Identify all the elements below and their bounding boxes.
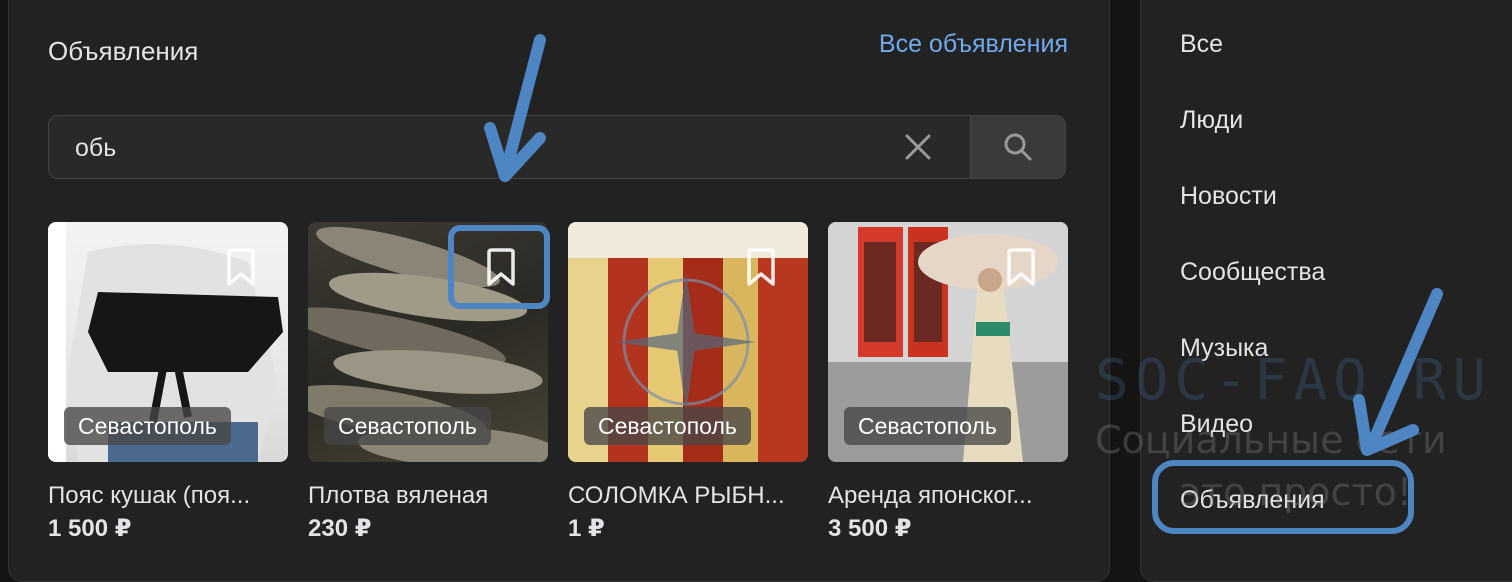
city-badge: Севастополь [64,407,231,445]
city-badge: Севастополь [584,407,751,445]
ad-price: 230 ₽ [308,515,372,542]
ad-photo[interactable]: Севастополь [48,222,288,462]
bookmark-highlight [448,225,550,309]
ad-card[interactable]: Севастополь Аренда японског... 3 500 ₽ [828,222,1068,543]
sidebar-item-news[interactable]: Новости [1180,182,1277,211]
search-button[interactable] [970,116,1065,178]
ad-title[interactable]: Плотва вяленая [308,482,548,510]
annotation-arrow-icon [484,34,546,182]
ad-title[interactable]: Пояс кушак (поя... [48,482,288,510]
sidebar-item-all[interactable]: Все [1180,30,1223,59]
city-badge: Севастополь [844,407,1011,445]
sidebar-item-people[interactable]: Люди [1180,106,1243,135]
search-icon [1004,133,1032,161]
ads-tab-highlight [1152,460,1414,534]
city-badge: Севастополь [324,407,491,445]
ad-price: 1 500 ₽ [48,515,132,542]
ad-card[interactable]: Севастополь СОЛОМКА РЫБН... 1 ₽ [568,222,808,543]
all-ads-link[interactable]: Все объявления [879,30,1068,59]
sidebar-item-communities[interactable]: Сообщества [1180,258,1325,287]
ad-title[interactable]: Аренда японског... [828,482,1068,510]
section-title: Объявления [48,36,199,66]
bookmark-icon[interactable] [744,248,778,288]
close-icon[interactable] [905,134,931,160]
bookmark-icon[interactable] [224,248,258,288]
ad-photo[interactable]: Севастополь [828,222,1068,462]
ad-price: 3 500 ₽ [828,515,912,542]
annotation-arrow-icon [1353,288,1443,456]
bookmark-icon[interactable] [1004,248,1038,288]
ad-photo[interactable]: Севастополь [568,222,808,462]
ad-card[interactable]: Севастополь Пояс кушак (поя... 1 500 ₽ [48,222,288,543]
ad-title[interactable]: СОЛОМКА РЫБН... [568,482,808,510]
ad-price: 1 ₽ [568,515,605,542]
